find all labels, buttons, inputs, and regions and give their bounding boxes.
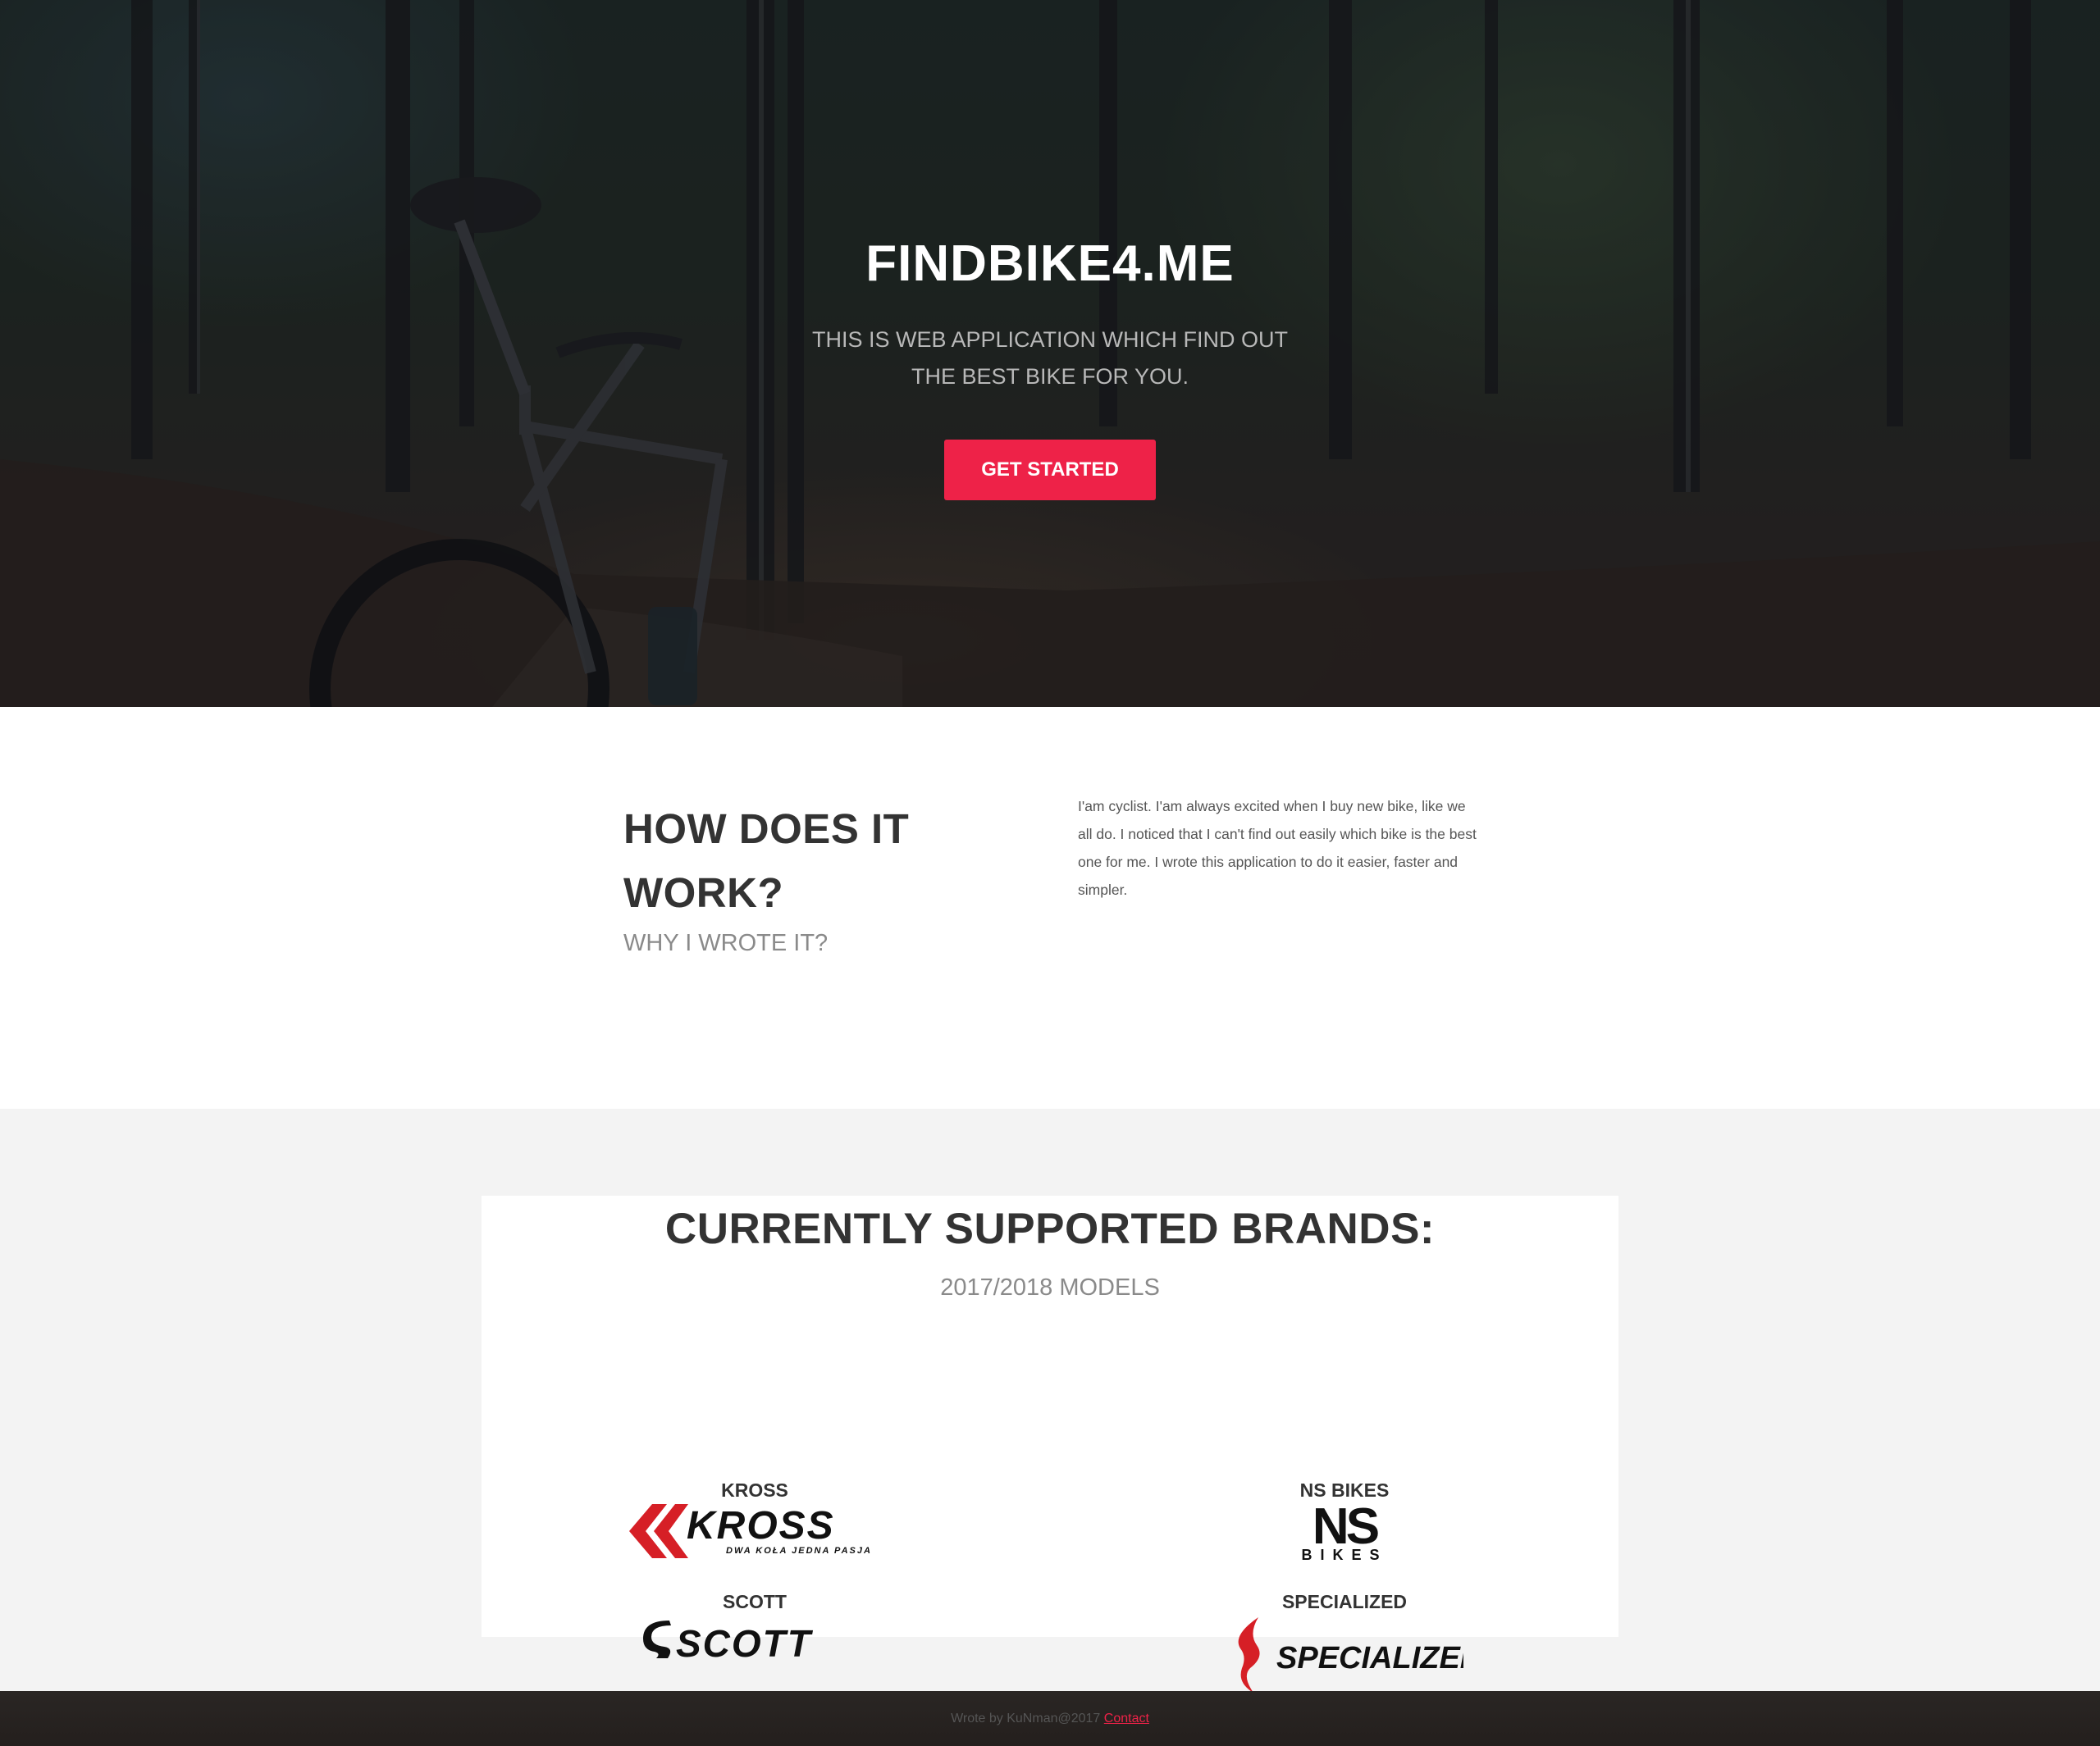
brand-name: NS BIKES <box>1299 1479 1390 1501</box>
svg-text:SPECIALIZED: SPECIALIZED <box>1276 1641 1463 1675</box>
brands-subtitle: 2017/2018 MODELS <box>940 1274 1160 1301</box>
how-description: I'am cyclist. I'am always excited when I… <box>1078 798 1477 898</box>
brand-specialized[interactable]: SPECIALIZED SPECIALIZED <box>1156 1589 1533 1696</box>
site-title: FINDBIKE4.ME <box>865 235 1235 292</box>
how-title: HOW DOES IT WORK? <box>623 805 910 916</box>
ns-bikes-logo-icon: NS BIKES <box>1301 1502 1387 1561</box>
hero-content: FINDBIKE4.ME THIS IS WEB APPLICATION WHI… <box>0 231 2100 500</box>
brand-scott[interactable]: SCOTT SCOTT <box>566 1589 943 1673</box>
how-heading-block: HOW DOES IT WORK? WHY I WROTE IT? <box>623 797 984 957</box>
how-subtitle: WHY I WROTE IT? <box>623 930 829 956</box>
brand-kross[interactable]: KROSS KROSS DWA KOŁA JEDNA PASJA <box>566 1478 943 1560</box>
how-it-works-section: HOW DOES IT WORK? WHY I WROTE IT? I'am c… <box>0 707 2100 1109</box>
brands-section: CURRENTLY SUPPORTED BRANDS: 2017/2018 MO… <box>0 1109 2100 1693</box>
brands-title: CURRENTLY SUPPORTED BRANDS: <box>664 1205 1436 1253</box>
specialized-logo-icon: SPECIALIZED <box>1238 1617 1463 1693</box>
kross-logo-icon: KROSS DWA KOŁA JEDNA PASJA <box>629 1504 872 1558</box>
brand-name: KROSS <box>721 1479 788 1501</box>
svg-text:KROSS: KROSS <box>687 1504 835 1548</box>
brand-name: SCOTT <box>723 1591 787 1612</box>
contact-link[interactable]: Contact <box>1104 1712 1149 1725</box>
footer-credit: Wrote by KuNman@2017 <box>951 1712 1101 1725</box>
brand-ns-bikes[interactable]: NS BIKES NS BIKES <box>1156 1478 1533 1561</box>
brands-card: CURRENTLY SUPPORTED BRANDS: 2017/2018 MO… <box>482 1196 1618 1693</box>
brand-name: SPECIALIZED <box>1281 1591 1408 1612</box>
scott-logo-icon: SCOTT <box>643 1621 814 1665</box>
svg-text:DWA KOŁA JEDNA PASJA: DWA KOŁA JEDNA PASJA <box>726 1546 872 1556</box>
hero-subtitle: THIS IS WEB APPLICATION WHICH FIND OUT T… <box>811 327 1289 389</box>
svg-text:BIKES: BIKES <box>1301 1547 1387 1561</box>
footer: Wrote by KuNman@2017 Contact <box>0 1691 2100 1746</box>
svg-text:SCOTT: SCOTT <box>676 1622 814 1665</box>
get-started-button[interactable]: GET STARTED <box>944 440 1156 500</box>
hero-section: FINDBIKE4.ME THIS IS WEB APPLICATION WHI… <box>0 0 2100 707</box>
